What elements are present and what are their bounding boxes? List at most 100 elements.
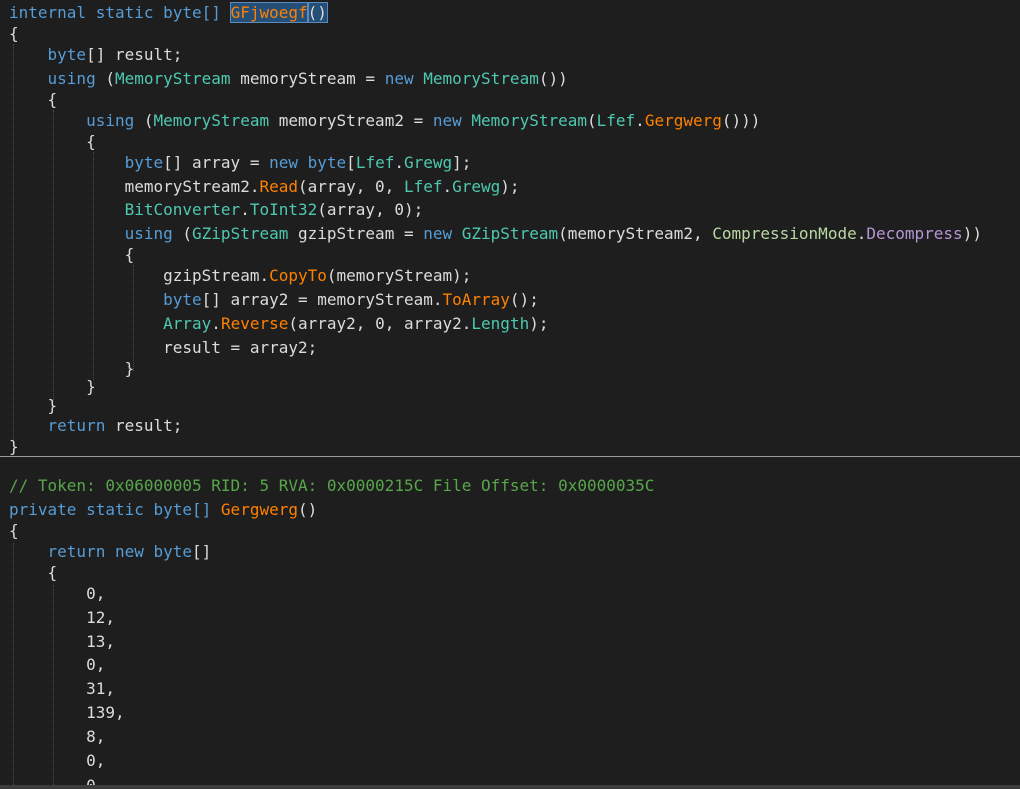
value-text: 139, bbox=[86, 703, 125, 722]
code-text: ( bbox=[95, 69, 115, 88]
type-name[interactable]: Lfef bbox=[404, 177, 443, 196]
type-name[interactable]: Lfef bbox=[597, 111, 636, 130]
property-name[interactable]: Length bbox=[471, 314, 529, 333]
field-name[interactable]: Grewg bbox=[452, 177, 500, 196]
code-text: (memoryStream); bbox=[326, 266, 472, 285]
code-line: byte[] array2 = memoryStream.ToArray(); bbox=[9, 289, 539, 311]
method-link[interactable]: Read bbox=[259, 177, 298, 196]
enum-value[interactable]: Decompress bbox=[866, 224, 962, 243]
code-line: { bbox=[9, 562, 58, 584]
type-name[interactable]: MemoryStream bbox=[423, 69, 539, 88]
code-text: (array, 0); bbox=[317, 200, 424, 219]
array-value: 0, bbox=[9, 654, 105, 676]
code-text: . bbox=[240, 200, 250, 219]
keyword: return bbox=[47, 542, 106, 561]
field-name[interactable]: Grewg bbox=[404, 153, 452, 172]
code-text: . bbox=[635, 111, 645, 130]
code-line: { bbox=[9, 89, 58, 111]
code-line: BitConverter.ToInt32(array, 0); bbox=[9, 199, 424, 221]
keyword: byte bbox=[307, 153, 347, 172]
value-text: 0, bbox=[86, 751, 106, 770]
type-name[interactable]: Lfef bbox=[356, 153, 395, 172]
code-text: gzipStream. bbox=[163, 266, 270, 285]
type-name[interactable]: GZipStream bbox=[462, 224, 558, 243]
value-text: 13, bbox=[86, 632, 115, 651]
code-line: using (GZipStream gzipStream = new GZipS… bbox=[9, 223, 982, 245]
brace: { bbox=[47, 563, 58, 582]
method-name-highlighted[interactable]: GFjwoegf bbox=[229, 2, 309, 23]
code-line: return new byte[] bbox=[9, 541, 212, 563]
method-link[interactable]: Gergwerg bbox=[645, 111, 722, 130]
code-text: ]; bbox=[452, 153, 472, 172]
method-link[interactable]: CopyTo bbox=[269, 266, 327, 285]
code-line: { bbox=[9, 131, 96, 153]
code-line: { bbox=[9, 244, 135, 266]
code-line: byte[] array = new byte[Lfef.Grewg]; bbox=[9, 152, 472, 174]
keyword: new bbox=[114, 542, 144, 561]
code-text: ); bbox=[500, 177, 520, 196]
code-line: result = array2; bbox=[9, 337, 317, 359]
code-text: memoryStream2. bbox=[124, 177, 260, 196]
method-link[interactable]: ToArray bbox=[442, 290, 509, 309]
method-separator bbox=[0, 456, 1020, 457]
type-name[interactable]: MemoryStream bbox=[115, 69, 231, 88]
code-line: byte[] result; bbox=[9, 44, 183, 66]
code-line: return result; bbox=[9, 415, 183, 437]
keyword: new bbox=[432, 111, 462, 130]
code-line: { bbox=[9, 521, 19, 540]
method-name[interactable]: Gergwerg bbox=[221, 500, 298, 519]
method-link[interactable]: ToInt32 bbox=[250, 200, 317, 219]
code-line: Array.Reverse(array2, 0, array2.Length); bbox=[9, 313, 548, 335]
code-editor[interactable]: internal static byte[] GFjwoegf() { byte… bbox=[0, 0, 1020, 789]
code-line: memoryStream2.Read(array, 0, Lfef.Grewg)… bbox=[9, 176, 520, 198]
code-text: memoryStream2 = bbox=[269, 111, 433, 130]
enum-name[interactable]: CompressionMode bbox=[712, 224, 857, 243]
keyword: return bbox=[47, 416, 106, 435]
brace: { bbox=[124, 245, 135, 264]
code-text: result = array2; bbox=[163, 338, 318, 357]
keyword: using bbox=[47, 69, 96, 88]
code-line: using (MemoryStream memoryStream2 = new … bbox=[9, 110, 760, 132]
code-text: (array2, 0, array2. bbox=[288, 314, 472, 333]
array-value: 8, bbox=[9, 726, 105, 748]
code-text: [] array2 = memoryStream. bbox=[201, 290, 443, 309]
value-text: 8, bbox=[86, 727, 106, 746]
paren: () bbox=[306, 2, 328, 23]
value-text: 0, bbox=[86, 655, 106, 674]
brace: } bbox=[47, 396, 58, 415]
code-text: (array, 0, bbox=[297, 177, 404, 196]
scrollbar-track[interactable] bbox=[0, 785, 1020, 789]
type-name[interactable]: MemoryStream bbox=[471, 111, 587, 130]
code-text: (); bbox=[509, 290, 539, 309]
code-text: )) bbox=[962, 224, 982, 243]
keyword: new bbox=[269, 153, 298, 172]
code-text: . bbox=[394, 153, 404, 172]
modifiers: private static byte[] bbox=[9, 500, 221, 519]
code-text: . bbox=[442, 177, 453, 196]
type-name[interactable]: GZipStream bbox=[192, 224, 288, 243]
code-text: [ bbox=[346, 153, 356, 172]
array-value: 13, bbox=[9, 631, 115, 653]
method-signature[interactable]: private static byte[] Gergwerg() bbox=[9, 499, 317, 521]
keyword: new bbox=[423, 224, 453, 243]
array-value: 139, bbox=[9, 702, 125, 724]
code-text: memoryStream = bbox=[230, 69, 385, 88]
type-name[interactable]: Array bbox=[163, 314, 211, 333]
method-link[interactable]: Reverse bbox=[221, 314, 288, 333]
code-text: (memoryStream2, bbox=[558, 224, 713, 243]
modifiers: internal static byte[] bbox=[9, 3, 231, 22]
code-text: [] bbox=[192, 542, 212, 561]
method-signature[interactable]: internal static byte[] GFjwoegf() bbox=[9, 2, 328, 24]
array-value: 0, bbox=[9, 750, 105, 772]
type-name[interactable]: MemoryStream bbox=[154, 111, 270, 130]
value-text: 31, bbox=[86, 679, 115, 698]
type-name[interactable]: BitConverter bbox=[125, 200, 241, 219]
token-comment: // Token: 0x06000005 RID: 5 RVA: 0x00002… bbox=[9, 476, 655, 495]
code-line: using (MemoryStream memoryStream = new M… bbox=[9, 68, 568, 90]
code-text: [] result; bbox=[86, 45, 183, 64]
value-text: 12, bbox=[86, 608, 115, 627]
keyword: using bbox=[86, 111, 135, 130]
